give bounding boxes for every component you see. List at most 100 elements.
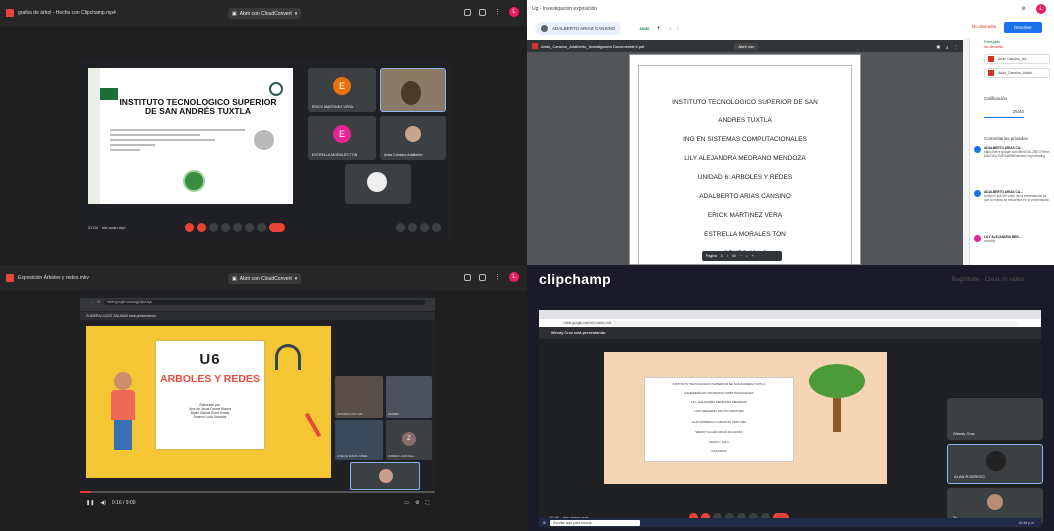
person-video — [401, 81, 421, 105]
info-icon[interactable] — [396, 222, 405, 232]
browser-tabs — [80, 290, 435, 298]
cloudconvert-icon: ▣ — [232, 275, 237, 282]
open-with-button[interactable]: Abrir con — [734, 42, 759, 50]
fullscreen-icon[interactable]: ⛶ — [425, 500, 429, 506]
play-icon[interactable] — [254, 130, 274, 150]
file-title: Exposición Árboles y redes.mkv — [18, 275, 89, 281]
panel-video-arboles: Exposición Árboles y redes.mkv ▣ Abrir c… — [0, 265, 527, 531]
avatar — [974, 146, 981, 153]
activities-icon[interactable] — [432, 222, 441, 232]
hand-icon[interactable] — [233, 222, 243, 232]
clipchamp-logo: clipchamp — [539, 271, 611, 287]
settings-icon[interactable]: ⚙ — [415, 500, 419, 506]
download-icon[interactable] — [479, 8, 486, 16]
self-tile — [350, 462, 420, 490]
print-icon[interactable]: ▣ — [936, 44, 940, 49]
chevron-down-icon: ▾ — [294, 10, 298, 17]
more-icon[interactable]: ⋮ — [494, 273, 501, 281]
participant-tile: E ESTRELLA MORALES TON — [308, 116, 376, 160]
presenting-banner: ZUMERA LUCIO SALINAS está presentando — [80, 312, 435, 320]
present-icon[interactable] — [245, 222, 255, 232]
zoom-in-icon[interactable]: + — [752, 254, 754, 258]
pdf-line: LILY ALEJANDRA MEDRANO MENDOZA — [684, 155, 806, 162]
participant-name: ERICK MARTINEZ VERA — [312, 105, 354, 109]
presenting-banner: Wendy Cruz está presentando — [539, 327, 1041, 339]
avatar[interactable]: L — [1036, 4, 1046, 14]
camera-off-icon[interactable] — [197, 222, 207, 232]
return-button[interactable]: Devolver — [1004, 22, 1042, 33]
recorded-browser: ← ↻ meet.google.com/xqg-tqxd-fqa ZUMERA … — [80, 290, 435, 490]
people-icon[interactable] — [408, 222, 417, 232]
avatar — [974, 190, 981, 197]
comment: LILY ALEJANDRA MED... recibido — [974, 235, 1050, 243]
open-with-button[interactable]: ▣ Abrir con CloudConvert ▾ — [228, 273, 302, 284]
not-returned-label: No devuelta — [984, 45, 1003, 49]
browser-tabs — [539, 310, 1041, 319]
panel-clipchamp: clipchamp Regístrate · Crear mi vídeo me… — [527, 265, 1054, 531]
slide-card: U6 ARBOLES Y REDES Elaborado por: Jose d… — [156, 341, 264, 449]
prev-student-icon[interactable]: ‹ — [670, 26, 672, 31]
student-illustration — [108, 372, 138, 476]
pdf-line: INSTITUTO TECNOLOGICO SUPERIOR DE SAN — [672, 99, 818, 106]
avatar[interactable]: L — [509, 7, 519, 17]
zoom-icon[interactable]: ⌕ — [746, 254, 748, 258]
student-selector[interactable]: ADALBERTO ARIAS CANSINO — [535, 21, 622, 35]
slide-paper: INSTITUTO TECNOLOGICO SUPERIOR DE SAN AN… — [644, 377, 794, 462]
slide-authors: Elaborado por: Jose de Jesus Cosme Morer… — [188, 403, 232, 419]
open-with-button[interactable]: ▣ Abrir con CloudConvert ▾ — [228, 8, 302, 19]
hang-up-button[interactable] — [269, 222, 286, 232]
page-navigator[interactable]: Página 1 / 44 − ⌕ + — [702, 251, 782, 261]
chevron-down-icon[interactable]: ▾ — [657, 25, 659, 31]
participant-tile-video: Wendy Cruz — [947, 398, 1043, 440]
pause-icon[interactable]: ❚❚ — [86, 500, 94, 506]
print-icon[interactable] — [464, 273, 471, 281]
meet-controls: 21:04 nkr-ocdn-mpi — [80, 216, 452, 238]
participant-name: ESTRELLA MORALES TON — [312, 153, 358, 157]
protractor-icon — [275, 344, 301, 370]
download-icon[interactable]: ⤓ — [946, 44, 948, 49]
seal-icon — [183, 170, 205, 192]
video-time: 0:16 / 9:00 — [111, 500, 136, 506]
attachment-row[interactable]: Arias Cansino_Ad... — [984, 54, 1050, 64]
captions-icon[interactable] — [209, 222, 219, 232]
captions-icon[interactable]: ▭ — [404, 500, 409, 506]
more-icon[interactable] — [257, 222, 267, 232]
participant-tile-video: JOSE DE JESUS COSME — [335, 420, 383, 460]
watermark-text: Regístrate · Crear mi vídeo — [951, 277, 1024, 283]
print-icon[interactable] — [464, 8, 471, 16]
volume-icon[interactable]: ◀) — [100, 500, 106, 506]
taskbar-search[interactable]: Escribe aquí para buscar — [549, 519, 640, 526]
more-icon[interactable]: ⋮ — [494, 8, 501, 16]
comments-label: Comentarios privados — [984, 136, 1028, 141]
emoji-icon[interactable] — [221, 222, 231, 232]
settings-icon[interactable]: ⚙ — [1022, 6, 1026, 12]
recorded-browser: meet.google.com/ehr-nwmu-ndz Wendy Cruz … — [539, 310, 1043, 528]
file-title: grafos de árbol - Hecho con Clipchamp.mp… — [18, 10, 116, 16]
pdf-line: ING EN SISTEMAS COMPUTACIONALES — [683, 136, 807, 143]
windows-taskbar: ⊞ Escribe aquí para buscar 10:46 p.m. — [539, 518, 1041, 527]
comment: ADALBERTO ARIAS CA... Arriba el link del… — [974, 190, 1050, 203]
grade-input[interactable]: 35/40 — [984, 106, 1024, 118]
self-tile — [345, 164, 411, 204]
pdf-line: ERICK MARTINEZ VERA — [707, 212, 783, 219]
avatar[interactable]: L — [509, 272, 519, 282]
chat-icon[interactable] — [420, 222, 429, 232]
zoom-out-icon[interactable]: − — [740, 254, 742, 258]
next-student-icon[interactable]: › — [677, 26, 679, 31]
participant-tile-video — [380, 68, 446, 112]
windows-icon[interactable]: ⊞ — [543, 521, 546, 525]
mic-off-icon[interactable] — [185, 222, 195, 232]
back-icon: ← — [90, 300, 94, 304]
reload-icon: ↻ — [97, 300, 101, 304]
more-icon[interactable]: ⋮ — [954, 44, 958, 49]
participant-initial: E — [333, 124, 351, 143]
slide-body-lines — [110, 126, 260, 154]
participant-name: Arias Cansino Adalberto — [384, 153, 423, 157]
download-icon[interactable] — [479, 273, 486, 281]
avatar — [974, 235, 981, 242]
pencil-icon — [304, 412, 322, 438]
pdf-line: UNIDAD 6: ARBOLES Y REDES — [697, 174, 793, 181]
tree-icon — [809, 364, 869, 434]
attachment-row[interactable]: Arias_Cansino_Adalb... — [984, 68, 1050, 78]
assignment-title: Ug - Investigación exposición — [532, 6, 598, 12]
